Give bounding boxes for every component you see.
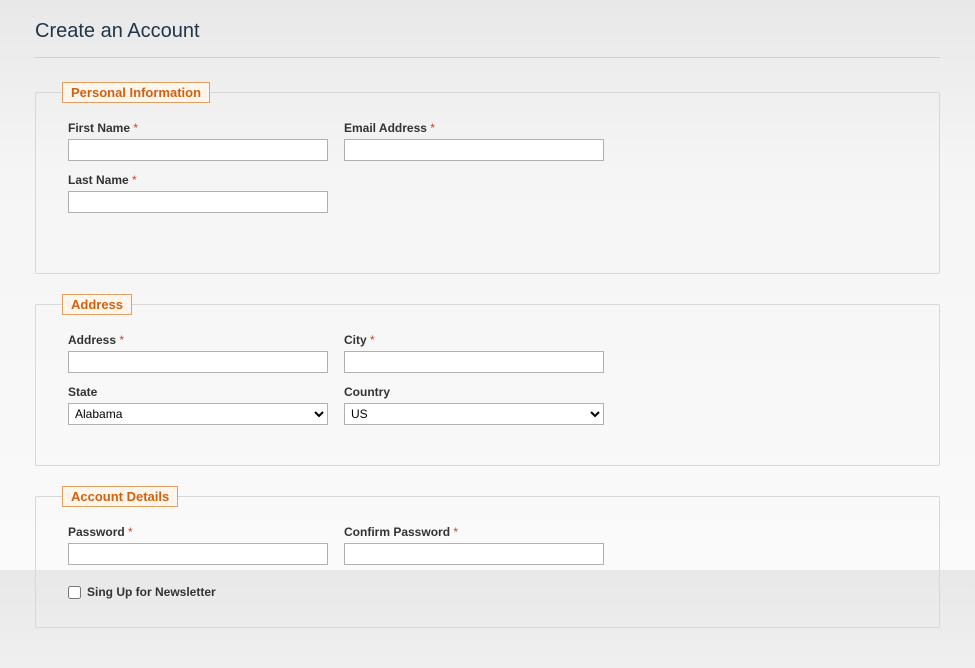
confirm-password-input[interactable] (344, 543, 604, 565)
form-row: Password * Confirm Password * (68, 525, 907, 565)
form-row: State Alabama Country US (68, 385, 907, 425)
form-row: First Name * Email Address * (68, 121, 907, 161)
email-input[interactable] (344, 139, 604, 161)
title-divider (35, 57, 940, 58)
address-label: Address * (68, 333, 328, 347)
spacer (68, 225, 907, 245)
required-marker: * (119, 333, 124, 347)
personal-information-legend: Personal Information (62, 82, 210, 103)
last-name-label: Last Name * (68, 173, 328, 187)
required-marker: * (370, 333, 375, 347)
account-details-fieldset: Account Details Password * Confirm Passw… (35, 486, 940, 628)
country-select[interactable]: US (344, 403, 604, 425)
state-group: State Alabama (68, 385, 328, 425)
page-container: Create an Account Personal Information F… (0, 0, 975, 668)
city-input[interactable] (344, 351, 604, 373)
email-label-text: Email Address (344, 121, 427, 135)
email-label: Email Address * (344, 121, 604, 135)
city-label-text: City (344, 333, 367, 347)
first-name-label: First Name * (68, 121, 328, 135)
city-group: City * (344, 333, 604, 373)
required-marker: * (133, 121, 138, 135)
password-label-text: Password (68, 525, 125, 539)
address-input[interactable] (68, 351, 328, 373)
password-group: Password * (68, 525, 328, 565)
newsletter-row: Sing Up for Newsletter (68, 585, 907, 599)
required-marker: * (453, 525, 458, 539)
account-details-legend: Account Details (62, 486, 178, 507)
email-group: Email Address * (344, 121, 604, 161)
password-label: Password * (68, 525, 328, 539)
first-name-input[interactable] (68, 139, 328, 161)
address-label-text: Address (68, 333, 116, 347)
city-label: City * (344, 333, 604, 347)
address-group: Address * (68, 333, 328, 373)
newsletter-checkbox[interactable] (68, 586, 81, 599)
required-marker: * (128, 525, 133, 539)
confirm-password-label: Confirm Password * (344, 525, 604, 539)
address-legend: Address (62, 294, 132, 315)
form-row: Last Name * (68, 173, 907, 213)
address-fieldset: Address Address * City * State (35, 294, 940, 466)
country-group: Country US (344, 385, 604, 425)
personal-information-fieldset: Personal Information First Name * Email … (35, 82, 940, 274)
password-input[interactable] (68, 543, 328, 565)
page-title: Create an Account (35, 20, 940, 49)
confirm-password-group: Confirm Password * (344, 525, 604, 565)
required-marker: * (132, 173, 137, 187)
last-name-group: Last Name * (68, 173, 328, 213)
first-name-group: First Name * (68, 121, 328, 161)
last-name-input[interactable] (68, 191, 328, 213)
state-label: State (68, 385, 328, 399)
last-name-label-text: Last Name (68, 173, 129, 187)
country-label: Country (344, 385, 604, 399)
required-marker: * (430, 121, 435, 135)
state-select[interactable]: Alabama (68, 403, 328, 425)
confirm-password-label-text: Confirm Password (344, 525, 450, 539)
form-row: Address * City * (68, 333, 907, 373)
newsletter-label: Sing Up for Newsletter (87, 585, 216, 599)
first-name-label-text: First Name (68, 121, 130, 135)
